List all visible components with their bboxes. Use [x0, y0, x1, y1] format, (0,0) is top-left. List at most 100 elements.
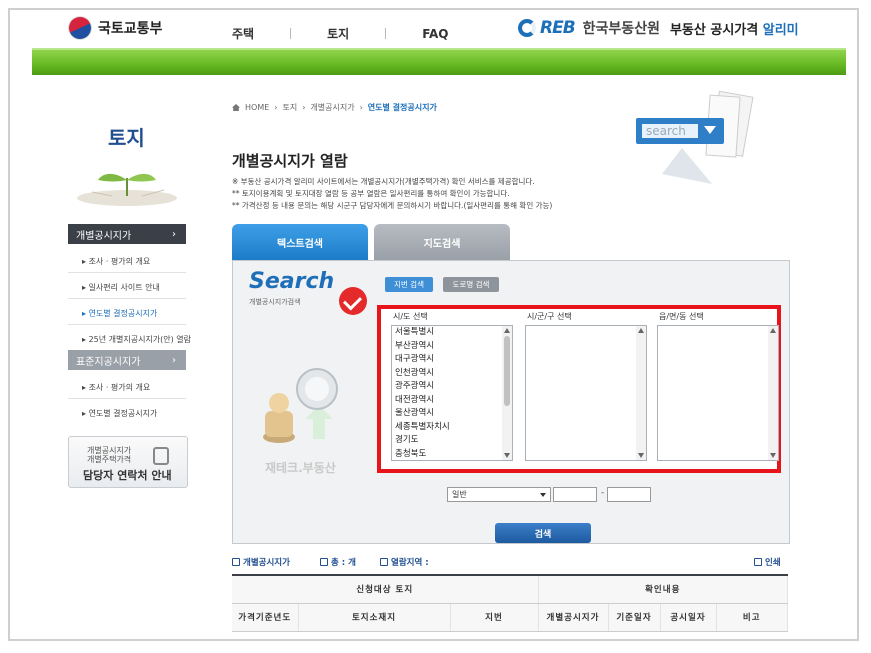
gov-name: 국토교통부 [98, 21, 163, 37]
sido-option[interactable]: 광주광역시 [392, 380, 512, 394]
scroll-down-icon[interactable] [504, 453, 510, 458]
service-name-accent: 알리미 [762, 22, 799, 38]
breadcrumb-land[interactable]: 토지 [282, 102, 297, 113]
watermark-text: 재테크.부동산 [265, 461, 336, 475]
sido-option[interactable]: 부산광역시 [392, 340, 512, 354]
breadcrumb-separator: › [274, 103, 278, 112]
service-name: 부동산 공시가격 알리미 [670, 19, 799, 38]
land-type-value: 일반 [452, 490, 467, 499]
sidebar-item-label: 연도별 결정공시지가 [88, 309, 158, 318]
sidebar-group-individual[interactable]: 개별공시지가 › [68, 224, 186, 244]
contact-title: 담당자 연락처 안내 [83, 469, 172, 482]
sido-option[interactable]: 서울특별시 [392, 326, 512, 340]
chevron-right-icon: › [172, 228, 176, 240]
box-arrow-icon [380, 558, 388, 566]
chevron-down-icon [540, 492, 546, 497]
result-label: 개별공시지가 [232, 556, 290, 568]
scrollbar[interactable] [502, 326, 512, 460]
land-type-select[interactable]: 일반 [447, 487, 551, 502]
page-title: 개별공시지가 열람 [232, 152, 348, 170]
divider [68, 324, 186, 325]
sidebar-group-label: 표준지공시지가 [76, 356, 141, 368]
scroll-down-icon[interactable] [638, 453, 644, 458]
contact-line: 개별주택가격 [87, 455, 132, 464]
breadcrumb-home[interactable]: HOME [245, 103, 269, 112]
sigungu-listbox[interactable] [525, 325, 647, 461]
table-group-header: 확인내용 [538, 574, 788, 604]
scroll-down-icon[interactable] [770, 453, 776, 458]
search-logo: Search [249, 269, 335, 294]
bonbun-input[interactable] [553, 487, 597, 502]
road-search-button[interactable]: 도로명 검색 [443, 277, 499, 292]
scrollbar[interactable] [636, 326, 646, 460]
notice-line: ** 가격산정 등 내용 문의는 해당 시군구 담당자에게 문의하시기 바랍니다… [232, 201, 553, 210]
table-group-header: 신청대상 토지 [232, 574, 539, 604]
nav-separator [385, 28, 387, 39]
sidebar-item-label: 일사편리 사이트 안내 [88, 283, 160, 292]
sidebar-group-standard[interactable]: 표준지공시지가 › [68, 350, 186, 370]
scroll-up-icon[interactable] [770, 328, 776, 333]
sidebar-item-overview-2[interactable]: ▸ 조사 · 평가의 개요 [82, 382, 150, 393]
sido-option[interactable]: 울산광역시 [392, 407, 512, 421]
illustration-word: search [646, 124, 686, 138]
reb-mark-icon [518, 19, 536, 37]
col-remark: 비고 [716, 603, 788, 632]
nav-land[interactable]: 토지 [327, 25, 349, 42]
sido-option[interactable]: 대전광역시 [392, 394, 512, 408]
sidebar-item-draft[interactable]: ▸ 25년 개별지공시지가(안) 열람 [82, 334, 191, 345]
result-table: 신청대상 토지 확인내용 가격기준년도 토지소재지 지번 개별공시지가 기준일자… [232, 574, 788, 632]
tab-map-search[interactable]: 지도검색 [374, 224, 510, 260]
scroll-thumb[interactable] [504, 336, 510, 406]
result-count: 총 : 개 [320, 556, 356, 568]
sido-listbox[interactable]: 서울특별시 부산광역시 대구광역시 인천광역시 광주광역시 대전광역시 울산광역시 세종특별자… [391, 325, 513, 461]
breadcrumb-individual[interactable]: 개별공시지가 [310, 102, 354, 113]
breadcrumb-current: 연도별 결정공시지가 [367, 103, 437, 112]
region-select-highlight: 시/도 선택 시/군/구 선택 읍/면/동 선택 서울특별시 부산광역시 대구광역시… [377, 305, 781, 473]
sido-option[interactable]: 대구광역시 [392, 353, 512, 367]
breadcrumb: HOME › 토지 › 개별공시지가 › 연도별 결정공시지가 [232, 102, 437, 113]
sidebar-item-ilsa[interactable]: ▸ 일사편리 사이트 안내 [82, 282, 160, 293]
search-button[interactable]: 검색 [495, 523, 591, 543]
sidebar-item-yearly-2[interactable]: ▸ 연도별 결정공시지가 [82, 408, 157, 419]
jibun-search-button[interactable]: 지번 검색 [385, 277, 433, 292]
nav-separator [290, 28, 292, 39]
sidebar-item-yearly[interactable]: ▸ 연도별 결정공시지가 [82, 308, 157, 319]
home-icon [232, 104, 240, 111]
divider [68, 298, 186, 299]
dong-label: 읍/면/동 선택 [659, 312, 704, 321]
search-panel: Search 개별공시지가검색 지번 검색 도로명 검색 시/도 선택 시/군/… [232, 260, 790, 544]
bubun-input[interactable] [607, 487, 651, 502]
sidebar-item-label: 조사 · 평가의 개요 [88, 257, 151, 266]
breadcrumb-separator: › [302, 103, 306, 112]
table-header-row: 가격기준년도 토지소재지 지번 개별공시지가 기준일자 공시일자 비고 [232, 603, 788, 632]
notice-line: ※ 부동산 공시가격 알리미 사이트에서는 개별공시지가(개별주택가격) 확인 … [232, 177, 535, 186]
scrollbar[interactable] [768, 326, 778, 460]
result-label-text: 개별공시지가 [243, 558, 290, 568]
sido-options: 서울특별시 부산광역시 대구광역시 인천광역시 광주광역시 대전광역시 울산광역시 세종특별자… [392, 326, 512, 461]
sido-option[interactable]: 충청북도 [392, 448, 512, 462]
range-dash: - [601, 488, 605, 498]
result-region: 열람지역 : [380, 556, 429, 568]
result-region-text: 열람지역 : [391, 558, 429, 568]
tab-text-search[interactable]: 텍스트검색 [232, 224, 368, 260]
scroll-up-icon[interactable] [638, 328, 644, 333]
sido-option[interactable]: 세종특별자치시 [392, 421, 512, 435]
nav-faq[interactable]: FAQ [422, 27, 448, 41]
taegeuk-emblem-icon [64, 12, 96, 44]
sidebar-item-overview[interactable]: ▸ 조사 · 평가의 개요 [82, 256, 150, 267]
service-name-main: 부동산 공시가격 [669, 22, 759, 38]
sido-option[interactable]: 경기도 [392, 434, 512, 448]
contact-info-button[interactable]: 개별공시지가 개별주택가격 담당자 연락처 안내 [68, 436, 188, 488]
sido-option[interactable]: 인천광역시 [392, 367, 512, 381]
gov-logo[interactable]: 국토교통부 [64, 12, 163, 44]
sidebar-title: 토지 [108, 126, 145, 150]
nav-housing[interactable]: 주택 [232, 25, 254, 42]
search-illustration: search [636, 90, 754, 184]
print-button[interactable]: 인쇄 [754, 556, 781, 568]
reb-logo[interactable]: REB 한국부동산원 부동산 공시가격 알리미 [518, 18, 799, 38]
building-illustration [263, 368, 338, 443]
sidebar-item-label: 25년 개별지공시지가(안) 열람 [88, 335, 192, 344]
scroll-up-icon[interactable] [504, 328, 510, 333]
dong-listbox[interactable] [657, 325, 779, 461]
phone-icon [153, 447, 169, 465]
